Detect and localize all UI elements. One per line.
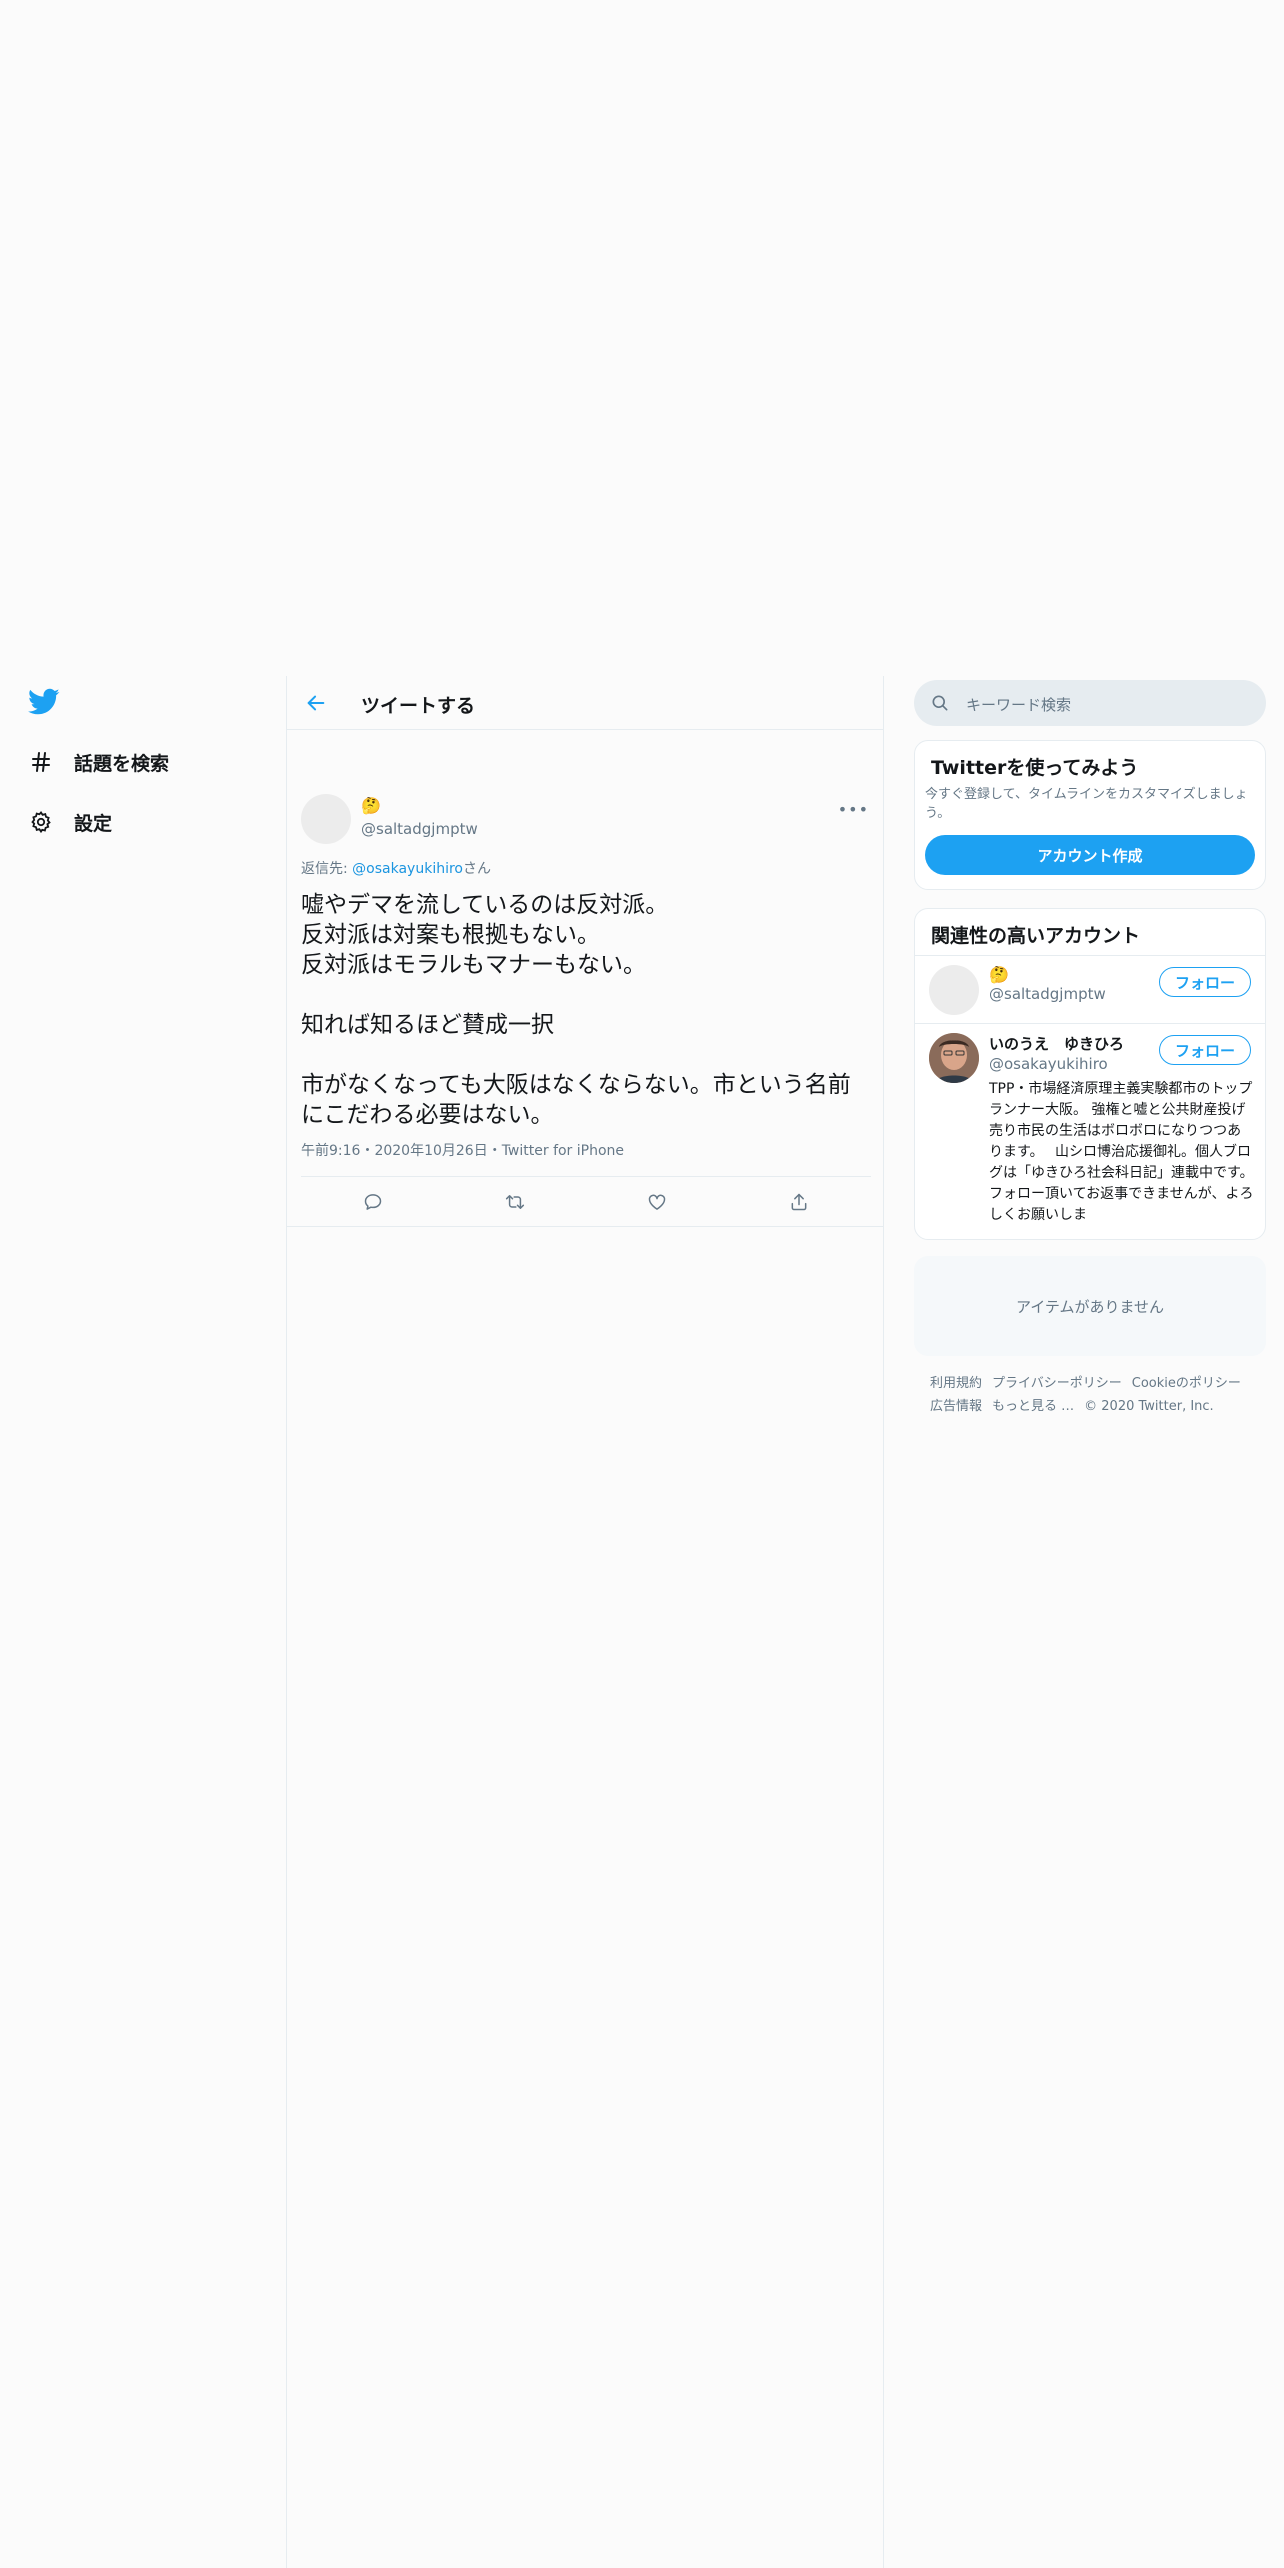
account-bio: TPP・市場経済原理主義実験都市のトップランナー大阪。 強権と嘘と公共財産投げ売…	[989, 1081, 1254, 1223]
author-handle[interactable]: @saltadgjmptw	[361, 820, 478, 838]
signup-card-title: Twitterを使ってみよう	[931, 757, 1139, 779]
footer-link-more[interactable]: もっと見る …	[992, 1399, 1074, 1414]
page-title: ツイートする	[361, 695, 476, 717]
reply-to-line: 返信先: @osakayukihiroさん	[301, 858, 491, 878]
related-accounts-card: 関連性の高いアカウント 🤔 @saltadgjmptw フォロー いのうえ ゆき…	[914, 908, 1266, 1240]
signup-card: Twitterを使ってみよう 今すぐ登録して、タイムラインをカスタマイズしましょ…	[914, 740, 1266, 890]
search-input[interactable]: キーワード検索	[914, 680, 1266, 726]
share-icon[interactable]	[784, 1187, 814, 1217]
divider	[915, 1023, 1265, 1024]
back-arrow-icon[interactable]	[303, 690, 329, 716]
page-header: ツイートする	[287, 676, 883, 730]
search-placeholder: キーワード検索	[966, 696, 1072, 714]
divider	[915, 955, 1265, 956]
like-icon[interactable]	[642, 1187, 672, 1217]
account-name[interactable]: 🤔	[989, 965, 1009, 984]
reply-to-link[interactable]: @osakayukihiro	[352, 861, 463, 877]
empty-trends-card: アイテムがありません	[914, 1256, 1266, 1356]
follow-button[interactable]: フォロー	[1159, 1035, 1251, 1065]
footer-link-cookies[interactable]: Cookieのポリシー	[1132, 1376, 1241, 1391]
footer: 利用規約 プライバシーポリシー Cookieのポリシー 広告情報 もっと見る … © 2…	[930, 1372, 1260, 1418]
twitter-logo-icon[interactable]	[28, 688, 60, 718]
avatar[interactable]	[929, 1033, 979, 1083]
footer-copyright: © 2020 Twitter, Inc.	[1084, 1399, 1214, 1414]
nav-item-settings-label: 設定	[74, 812, 113, 835]
empty-message: アイテムがありません	[1015, 1297, 1165, 1316]
search-icon	[930, 693, 950, 717]
nav-item-settings[interactable]: 設定	[28, 802, 112, 842]
avatar[interactable]	[301, 794, 351, 844]
author-name[interactable]: 🤔	[361, 796, 381, 815]
hashtag-icon	[28, 749, 54, 775]
reply-prefix: 返信先:	[301, 861, 353, 877]
footer-link-ads[interactable]: 広告情報	[930, 1399, 982, 1414]
account-name[interactable]: いのうえ ゆきひろ	[989, 1033, 1124, 1054]
create-account-button[interactable]: アカウント作成	[925, 835, 1255, 875]
account-handle[interactable]: @osakayukihiro	[989, 1055, 1108, 1073]
signup-card-subtitle: 今すぐ登録して、タイムラインをカスタマイズしましょう。	[925, 787, 1248, 821]
account-handle[interactable]: @saltadgjmptw	[989, 985, 1106, 1003]
tweet-text: 嘘やデマを流しているのは反対派。 反対派は対案も根拠もない。 反対派はモラルもマ…	[301, 892, 851, 1128]
reply-suffix: さん	[462, 861, 491, 877]
gear-icon	[28, 809, 54, 835]
footer-link-privacy[interactable]: プライバシーポリシー	[992, 1376, 1122, 1391]
nav-item-explore-label: 話題を検索	[74, 752, 170, 775]
footer-link-terms[interactable]: 利用規約	[930, 1376, 982, 1391]
more-options-icon[interactable]: •••	[838, 800, 869, 819]
nav-item-explore[interactable]: 話題を検索	[28, 742, 169, 782]
retweet-icon[interactable]	[500, 1187, 530, 1217]
reply-icon[interactable]	[358, 1187, 388, 1217]
divider	[287, 1226, 884, 1227]
main-column: ツイートする 🤔 @saltadgjmptw ••• 返信先: @osakayu…	[286, 676, 884, 2568]
tweet-actions	[301, 1176, 871, 1226]
related-accounts-title: 関連性の高いアカウント	[931, 925, 1141, 947]
follow-button[interactable]: フォロー	[1159, 967, 1251, 997]
avatar[interactable]	[929, 965, 979, 1015]
tweet-meta[interactable]: 午前9:16・2020年10月26日・Twitter for iPhone	[301, 1140, 624, 1160]
